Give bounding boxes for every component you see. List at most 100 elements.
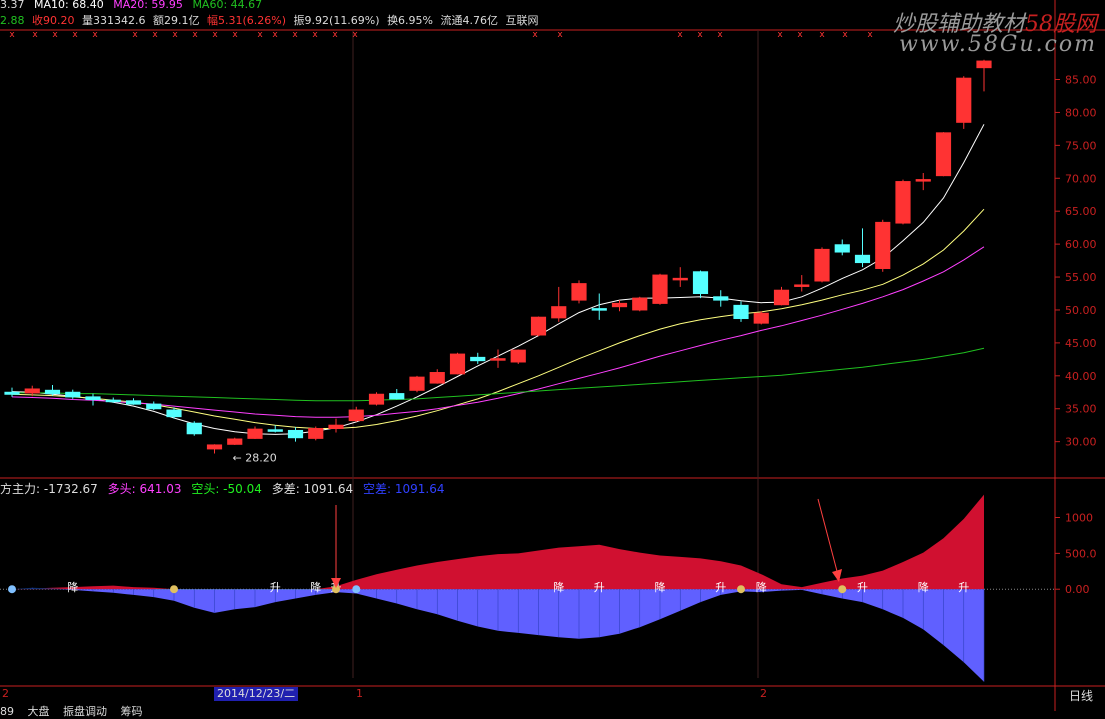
signal-mark-15: x — [332, 30, 338, 40]
candle-body — [854, 254, 871, 264]
header-close-price: 收90.20 — [32, 14, 75, 27]
candle-body — [65, 391, 81, 398]
signal-label-0: 降 — [67, 580, 78, 594]
price-tick-label-3: 70.00 — [1065, 172, 1097, 185]
signal-dot-5 — [838, 585, 847, 594]
axis-mark-mid2: 2 — [760, 687, 767, 700]
candle — [854, 228, 871, 268]
candle-body — [389, 393, 405, 400]
candle — [348, 406, 364, 422]
candle — [753, 311, 769, 325]
candle-body — [409, 376, 425, 391]
candle-body — [429, 372, 445, 384]
tab-1[interactable]: 大盘 — [28, 705, 50, 718]
signal-mark-20: x — [697, 30, 703, 40]
candle-body — [672, 277, 688, 281]
header-amount: 额29.1亿 — [153, 14, 200, 27]
header-ma10: MA10: 68.40 — [34, 0, 104, 11]
candle-body — [308, 427, 324, 439]
header-float: 流通4.76亿 — [440, 14, 499, 27]
tab-0[interactable]: 89 — [0, 705, 14, 718]
indicator-title: 方主力: -1732.67 — [0, 482, 98, 496]
price-tick-label-5: 60.00 — [1065, 238, 1097, 251]
tab-3[interactable]: 筹码 — [121, 705, 143, 718]
signal-label-2: 降 — [310, 580, 321, 594]
candle-body — [105, 399, 121, 403]
candle — [794, 275, 810, 292]
candle — [429, 369, 445, 384]
candle — [247, 426, 263, 440]
signal-mark-25: x — [842, 30, 848, 40]
candle-body — [470, 356, 486, 362]
header-amplitude: 振9.92(11.69%) — [293, 14, 380, 27]
signal-label-1: 升 — [270, 581, 281, 594]
candle — [956, 76, 972, 129]
signal-dot-1 — [170, 585, 178, 594]
candle — [368, 392, 385, 406]
candle — [85, 393, 101, 406]
candle-body — [895, 181, 911, 224]
date-cursor[interactable]: 2014/12/23/二 — [214, 687, 299, 701]
candle-body — [551, 306, 567, 319]
candle — [733, 301, 749, 322]
candle — [105, 397, 121, 403]
candle-body — [490, 358, 506, 361]
candle — [935, 132, 952, 177]
candle-body — [368, 393, 385, 405]
signal-mark-2: x — [52, 30, 58, 40]
signal-dot-4 — [737, 585, 745, 594]
indicator-header: 方主力: -1732.67 多头: 641.03 空头: -50.04 多差: … — [0, 480, 451, 497]
signal-label-4: 降 — [553, 580, 564, 594]
signal-label-8: 降 — [756, 580, 767, 594]
indicator-long: 多头: 641.03 — [107, 482, 182, 496]
tab-2[interactable]: 振盘调动 — [63, 705, 107, 718]
candle-body — [166, 409, 182, 418]
candle-body — [44, 389, 61, 395]
candle — [632, 296, 648, 312]
signal-mark-8: x — [192, 30, 198, 40]
candle-body — [206, 444, 223, 450]
candle — [308, 426, 324, 441]
header-ma60: MA60: 44.67 — [192, 0, 263, 11]
signal-label-9: 升 — [857, 581, 868, 594]
candle-body — [935, 132, 952, 177]
chart-canvas[interactable]: x x x x x x x x x x x x x x x x x x x x x x x x x x x 85.00 80.00 75.… — [0, 0, 1105, 711]
candle — [530, 316, 547, 337]
candle — [713, 290, 729, 307]
candle-body — [713, 296, 729, 301]
signal-mark-7: x — [172, 30, 178, 40]
period-label[interactable]: 日线 — [1058, 687, 1104, 704]
signal-mark-3: x — [72, 30, 78, 40]
header-open: 2.88 — [0, 14, 25, 27]
signal-label-11: 升 — [958, 581, 969, 594]
price-tick-label-2: 75.00 — [1065, 139, 1097, 152]
axis-mark-left: 2 — [2, 687, 9, 700]
signal-mark-24: x — [819, 30, 825, 40]
candle — [287, 427, 304, 442]
indicator-empty-diff: 空差: 1091.64 — [363, 482, 445, 496]
candle — [449, 352, 466, 375]
candle — [328, 418, 344, 433]
candle-body — [875, 221, 891, 269]
signal-mark-19: x — [677, 30, 683, 40]
price-tick-label-6: 55.00 — [1065, 271, 1097, 284]
candle — [510, 349, 526, 364]
signal-mark-18: x — [557, 30, 563, 40]
header-turnover: 换6.95% — [387, 14, 434, 27]
candle — [186, 421, 202, 436]
signal-label-6: 降 — [655, 580, 666, 594]
arrow-2 — [817, 498, 839, 576]
signal-mark-9: x — [212, 30, 218, 40]
price-tick-label-9: 40.00 — [1065, 370, 1097, 383]
candle-body — [530, 316, 547, 336]
watermark-url: www.58Gu.com — [898, 32, 1097, 57]
candle-body — [692, 271, 709, 295]
candle — [125, 398, 142, 405]
header-info-line: 2.88 收90.20 量331342.6 额29.1亿 幅5.31(6.26%… — [0, 12, 543, 28]
price-tick-label-1: 80.00 — [1065, 106, 1097, 119]
candle — [4, 387, 20, 397]
candle-body — [227, 438, 243, 445]
candle — [692, 270, 709, 299]
candle-body — [652, 274, 668, 304]
signal-mark-17: x — [532, 30, 538, 40]
